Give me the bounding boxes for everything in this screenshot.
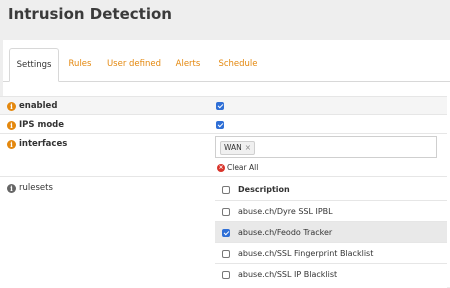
tab-bar: Settings Rules User defined Alerts Sched… <box>3 48 450 82</box>
interfaces-select[interactable]: WAN × <box>215 136 437 158</box>
tab-settings[interactable]: Settings <box>9 48 59 82</box>
ruleset-label: abuse.ch/SSL IP Blacklist <box>238 270 338 279</box>
enabled-row: i enabled <box>0 96 447 115</box>
ips-mode-row: i IPS mode <box>0 114 447 134</box>
ruleset-row[interactable]: abuse.ch/Feodo Tracker <box>215 221 447 243</box>
remove-icon[interactable]: × <box>245 143 251 152</box>
ruleset-checkbox[interactable] <box>222 250 230 258</box>
ruleset-label: abuse.ch/Feodo Tracker <box>238 228 333 237</box>
tab-user-defined[interactable]: User defined <box>106 48 162 80</box>
clear-all-link[interactable]: × Clear All <box>217 163 258 172</box>
interface-tag-label: WAN <box>224 143 242 152</box>
clear-all-label: Clear All <box>227 163 259 172</box>
tab-schedule[interactable]: Schedule <box>215 48 261 80</box>
enabled-label: enabled <box>19 101 58 111</box>
info-icon[interactable]: i <box>7 120 16 130</box>
enabled-label-group: i enabled <box>7 101 57 111</box>
ruleset-row[interactable]: abuse.ch/SSL Fingerprint Blacklist <box>215 242 447 264</box>
enabled-checkbox[interactable] <box>216 102 224 110</box>
ruleset-row[interactable]: abuse.ch/SSL IP Blacklist <box>215 263 447 285</box>
interfaces-label-group: i interfaces <box>7 139 67 149</box>
interfaces-label: interfaces <box>19 139 68 149</box>
ruleset-label: abuse.ch/Dyre SSL IPBL <box>238 207 333 216</box>
ruleset-checkbox[interactable] <box>222 271 230 279</box>
page-title: Intrusion Detection <box>8 5 172 23</box>
rulesets-header-row: Description <box>215 179 447 200</box>
rulesets-label: rulesets <box>19 183 53 193</box>
ruleset-label: abuse.ch/SSL Fingerprint Blacklist <box>238 249 374 258</box>
rulesets-label-group: i rulesets <box>7 183 53 193</box>
tab-rules[interactable]: Rules <box>65 48 95 80</box>
info-icon[interactable]: i <box>7 183 16 193</box>
select-all-checkbox[interactable] <box>222 186 230 194</box>
tab-alerts[interactable]: Alerts <box>173 48 203 80</box>
ruleset-row[interactable]: abuse.ch/Dyre SSL IPBL <box>215 200 447 222</box>
ips-mode-label: IPS mode <box>19 120 65 130</box>
interface-tag: WAN × <box>220 141 256 155</box>
info-icon[interactable]: i <box>7 101 16 111</box>
ips-mode-label-group: i IPS mode <box>7 120 64 130</box>
ruleset-checkbox[interactable] <box>222 208 230 216</box>
page-header: Intrusion Detection <box>0 0 450 40</box>
ips-mode-checkbox[interactable] <box>216 121 224 129</box>
ruleset-checkbox[interactable] <box>222 229 230 237</box>
description-header: Description <box>238 185 290 194</box>
clear-icon: × <box>217 163 225 172</box>
info-icon[interactable]: i <box>7 139 16 149</box>
